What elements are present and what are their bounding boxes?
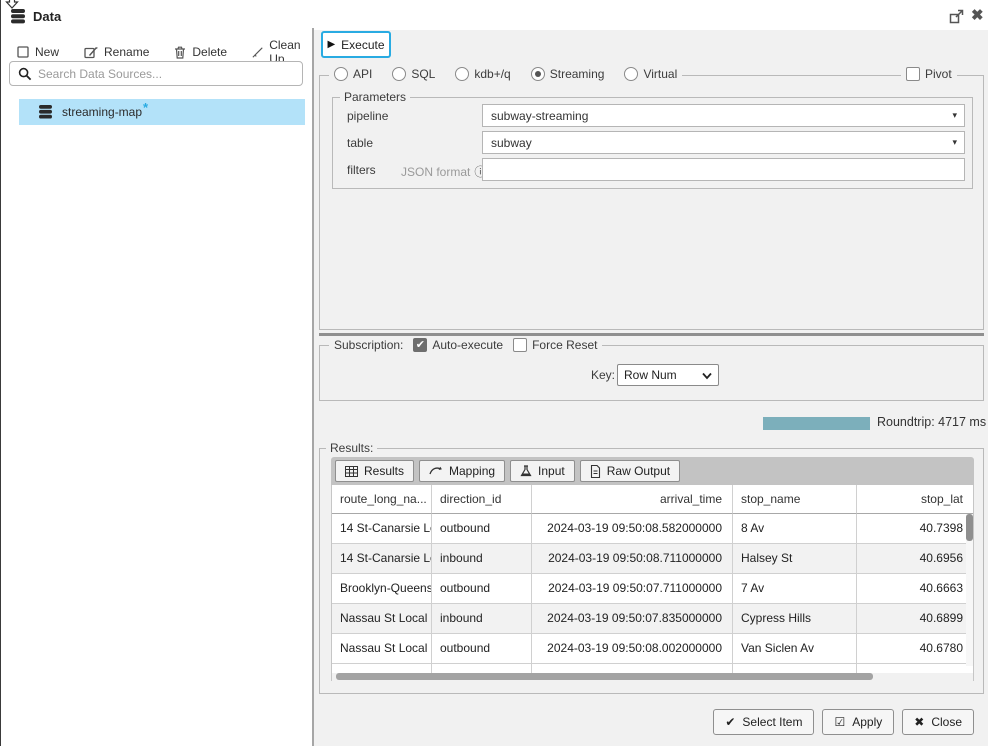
roundtrip-progress-bar	[763, 417, 870, 430]
radio-kdbq[interactable]: kdb+/q	[455, 67, 510, 81]
caret-down-icon: ▾	[952, 137, 957, 148]
query-type-options: API SQL kdb+/q Streaming Virtual	[329, 67, 682, 81]
table-select[interactable]: subway ▾	[482, 131, 965, 154]
data-source-label: streaming-map	[62, 105, 142, 119]
filters-label: filters	[347, 163, 376, 177]
tab-input[interactable]: Input	[510, 460, 575, 482]
data-dialog: Data ✖ New Rename Delete Clean Up	[0, 0, 988, 746]
results-legend: Results:	[326, 441, 377, 455]
tab-results[interactable]: Results	[335, 460, 414, 482]
window-title: Data	[33, 9, 61, 24]
filters-input[interactable]	[482, 158, 965, 181]
new-icon	[17, 46, 29, 58]
data-source-item-streaming-map[interactable]: streaming-map *	[19, 99, 305, 125]
caret-down-icon: ▾	[952, 110, 957, 121]
radio-virtual[interactable]: Virtual	[624, 67, 677, 81]
tab-mapping[interactable]: Mapping	[419, 460, 505, 482]
radio-circle	[392, 67, 406, 81]
table-header-row: route_long_na... direction_id arrival_ti…	[332, 485, 973, 514]
results-tabbar: Results Mapping Input Raw Output	[331, 457, 974, 485]
checkbox-checked: ✔	[413, 338, 427, 352]
radio-sql[interactable]: SQL	[392, 67, 435, 81]
column-header[interactable]: arrival_time	[532, 485, 733, 514]
column-header[interactable]: route_long_na...	[332, 485, 432, 514]
radio-circle	[334, 67, 348, 81]
results-table: route_long_na... direction_id arrival_ti…	[331, 485, 974, 681]
trash-icon	[174, 46, 186, 59]
parameters-legend: Parameters	[340, 90, 410, 104]
rename-icon	[84, 46, 98, 59]
checkbox-unchecked	[906, 67, 920, 81]
horizontal-scrollbar[interactable]	[332, 673, 974, 681]
tab-raw-output[interactable]: Raw Output	[580, 460, 680, 482]
popout-icon[interactable]	[949, 9, 964, 24]
column-header[interactable]: direction_id	[432, 485, 532, 514]
select-item-button[interactable]: ✔ Select Item	[713, 709, 814, 735]
close-button[interactable]: ✖ Close	[902, 709, 974, 735]
footer-buttons: ✔ Select Item ☑ Apply ✖ Close	[713, 709, 974, 735]
radio-circle	[624, 67, 638, 81]
execute-button[interactable]: ▶ Execute	[321, 31, 391, 58]
horizontal-scrollbar-thumb[interactable]	[336, 673, 873, 680]
check-icon: ✔	[725, 715, 735, 729]
roundtrip-label: Roundtrip: 4717 ms	[877, 415, 986, 429]
data-sources-panel: New Rename Delete Clean Up	[1, 30, 312, 746]
search-data-sources	[9, 61, 303, 86]
column-header[interactable]: stop_name	[733, 485, 857, 514]
table-row-partial	[332, 664, 973, 673]
play-icon: ▶	[327, 39, 335, 50]
radio-circle	[455, 67, 469, 81]
radio-circle-selected	[531, 67, 545, 81]
subscription-legend: Subscription: ✔ Auto-execute Force Reset	[329, 338, 602, 352]
database-icon	[10, 9, 26, 24]
vertical-scrollbar-thumb[interactable]	[966, 514, 973, 541]
vertical-scrollbar[interactable]	[966, 514, 973, 666]
flask-icon	[520, 465, 532, 477]
key-label: Key:	[591, 368, 615, 382]
auto-execute-checkbox[interactable]: ✔ Auto-execute	[413, 338, 503, 352]
column-header[interactable]: stop_lat	[857, 485, 973, 514]
radio-streaming[interactable]: Streaming	[531, 67, 605, 81]
checked-box-icon: ☑	[834, 715, 845, 729]
apply-button[interactable]: ☑ Apply	[822, 709, 894, 735]
radio-api[interactable]: API	[334, 67, 372, 81]
database-icon	[38, 105, 53, 119]
panel-divider[interactable]	[312, 28, 314, 746]
table-grid-icon	[345, 466, 358, 477]
table-row[interactable]: Nassau St Local outbound 2024-03-19 09:5…	[332, 634, 973, 664]
table-row[interactable]: 14 St-Canarsie Local inbound 2024-03-19 …	[332, 544, 973, 574]
table-label: table	[347, 136, 373, 150]
pipeline-label: pipeline	[347, 109, 388, 123]
clean-up-icon	[252, 46, 263, 59]
splitter-handle[interactable]	[319, 333, 984, 336]
table-row[interactable]: Nassau St Local inbound 2024-03-19 09:50…	[332, 604, 973, 634]
title-bar: Data ✖	[1, 0, 988, 30]
search-icon	[18, 67, 32, 81]
key-select[interactable]: Row Num	[617, 364, 719, 386]
chevron-down-icon	[702, 372, 712, 380]
filters-hint: JSON format ⓘ	[401, 163, 486, 180]
document-icon	[590, 465, 601, 478]
modified-indicator: *	[143, 103, 148, 113]
pipeline-select[interactable]: subway-streaming ▾	[482, 104, 965, 127]
table-row[interactable]: 14 St-Canarsie Local outbound 2024-03-19…	[332, 514, 973, 544]
close-icon[interactable]: ✖	[971, 6, 984, 24]
pivot-checkbox[interactable]: Pivot	[901, 67, 957, 81]
table-row[interactable]: Brooklyn-Queens Crosstown outbound 2024-…	[332, 574, 973, 604]
force-reset-checkbox[interactable]: Force Reset	[513, 338, 597, 352]
search-input[interactable]	[38, 67, 302, 81]
checkbox-unchecked	[513, 338, 527, 352]
mapping-icon	[429, 466, 443, 476]
x-icon: ✖	[914, 715, 924, 729]
